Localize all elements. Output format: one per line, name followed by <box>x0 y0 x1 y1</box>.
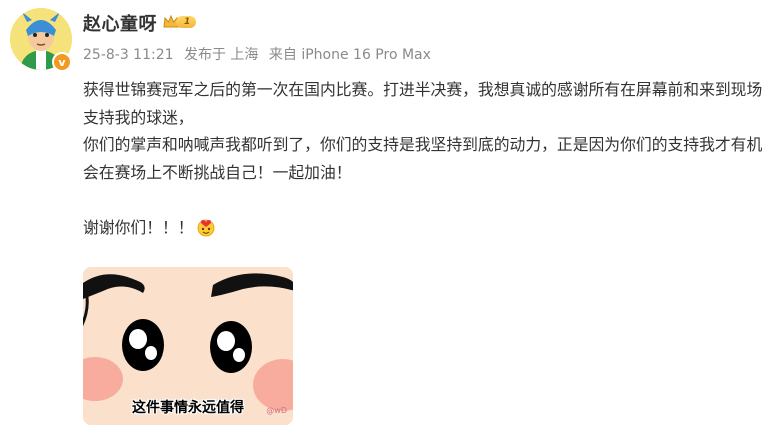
image-watermark: @wD <box>266 406 287 415</box>
post-timestamp[interactable]: 25-8-3 11:21 <box>83 47 174 63</box>
level-number: 1 <box>176 16 197 28</box>
post-thanks-line: 谢谢你们！！！ <box>83 214 773 242</box>
image-caption: 这件事情永远值得 <box>132 400 244 416</box>
verified-badge-icon: v <box>52 52 72 72</box>
post-thanks-text: 谢谢你们！！！ <box>83 217 194 237</box>
post-location: 发布于 上海 <box>183 47 259 63</box>
heart-face-emoji-icon <box>197 219 214 236</box>
post-meta: 25-8-3 11:21 发布于 上海 来自 iPhone 16 Pro Max <box>83 44 437 64</box>
post-image[interactable]: 这件事情永远值得 @wD <box>83 267 293 425</box>
username[interactable]: 赵心童呀 <box>83 10 157 36</box>
level-badge[interactable]: 1 <box>163 14 197 30</box>
post-paragraph: 你们的掌声和呐喊声我都听到了，你们的支持是我坚持到底的动力，正是因为你们的支持我… <box>83 135 763 182</box>
post-paragraph: 获得世锦赛冠军之后的第一次在国内比赛。打进半决赛，我想真诚的感谢所有在屏幕前和来… <box>83 80 763 127</box>
post-source: 来自 iPhone 16 Pro Max <box>268 47 431 63</box>
post-content: 获得世锦赛冠军之后的第一次在国内比赛。打进半决赛，我想真诚的感谢所有在屏幕前和来… <box>83 76 773 241</box>
